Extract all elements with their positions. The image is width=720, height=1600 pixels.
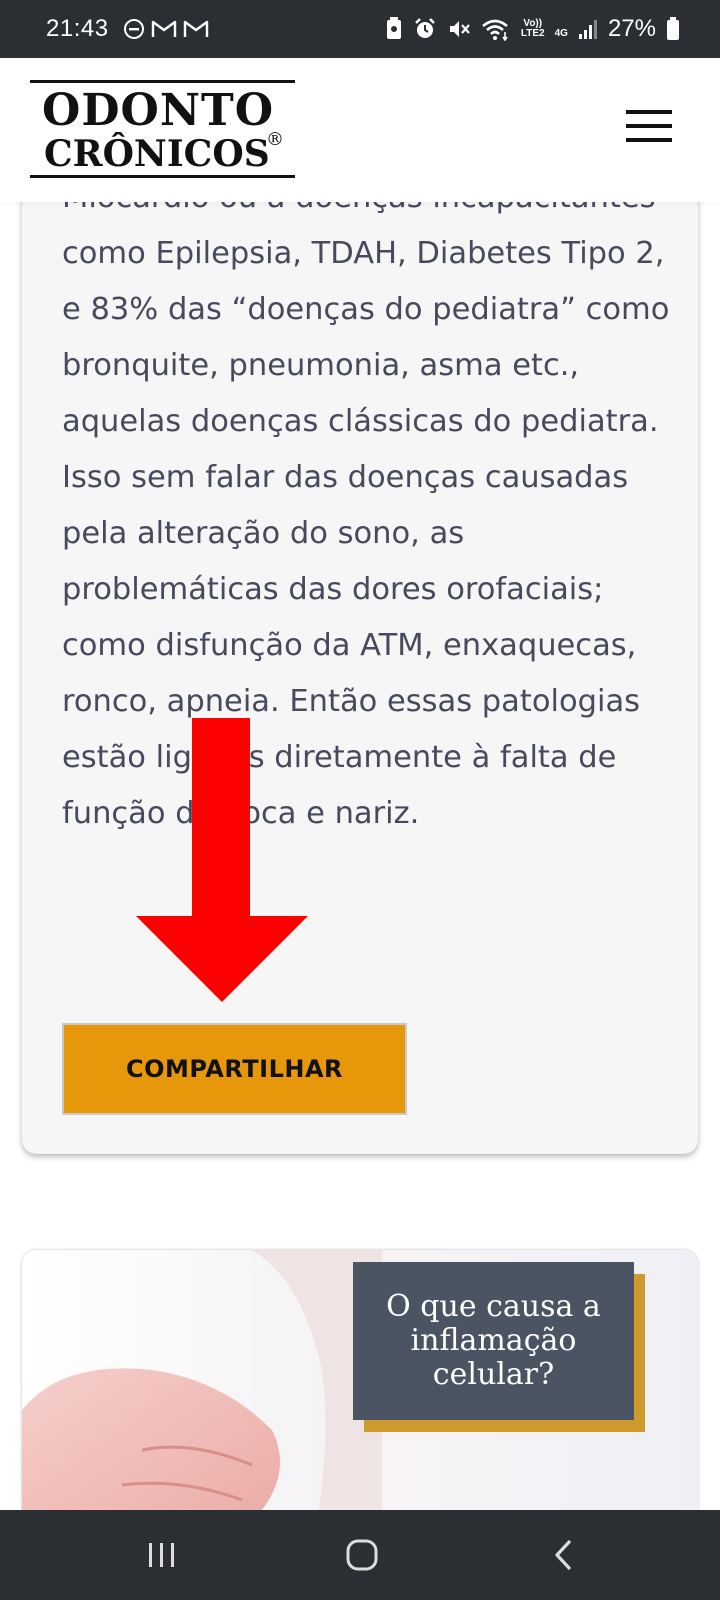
site-logo[interactable]: ODONTO CRÔNICOS ® (30, 80, 295, 178)
alarm-icon (415, 18, 435, 38)
next-article-card[interactable]: O que causa a inflamação celular? (22, 1250, 698, 1550)
registered-mark: ® (266, 129, 284, 150)
battery-icon (667, 17, 679, 40)
network-gen: 4G (554, 28, 568, 39)
site-header: ODONTO CRÔNICOS ® (0, 58, 720, 202)
gmail-icon (151, 20, 176, 37)
navigation-bar (0, 1510, 720, 1600)
home-button[interactable] (332, 1532, 392, 1578)
back-icon (555, 1539, 572, 1571)
notification-icons (123, 18, 209, 40)
do-not-disturb-icon (123, 19, 144, 39)
volte-indicator: Vo)) LTE2 (521, 19, 545, 39)
logo-line-1: ODONTO (42, 85, 275, 136)
recent-apps-button[interactable] (132, 1532, 192, 1578)
screenshot-icon (386, 17, 401, 39)
next-article-title[interactable]: O que causa a inflamação celular? (353, 1262, 634, 1420)
back-button[interactable] (534, 1532, 594, 1578)
wifi-icon (482, 19, 508, 41)
signal-icon (578, 20, 597, 39)
status-time: 21:43 (46, 15, 109, 42)
share-button[interactable]: COMPARTILHAR (62, 1023, 407, 1115)
hamburger-menu-icon[interactable] (626, 110, 672, 144)
logo-line-2: CRÔNICOS (44, 133, 270, 175)
article-photo (22, 1250, 382, 1550)
battery-percent: 27% (607, 15, 656, 42)
system-icons: Vo)) LTE2 4G 27% (385, 15, 680, 43)
article-card: Miocárdio ou a doenças incapacitantes co… (22, 150, 698, 1154)
gmail-icon (183, 20, 208, 37)
volte-bottom: LTE2 (520, 28, 545, 39)
mute-icon (449, 21, 470, 37)
red-arrow-icon (136, 718, 308, 1002)
status-bar: 21:43 Vo)) LTE2 4G 27% (0, 0, 720, 58)
recent-apps-icon (149, 1543, 174, 1567)
home-icon (346, 1539, 378, 1571)
